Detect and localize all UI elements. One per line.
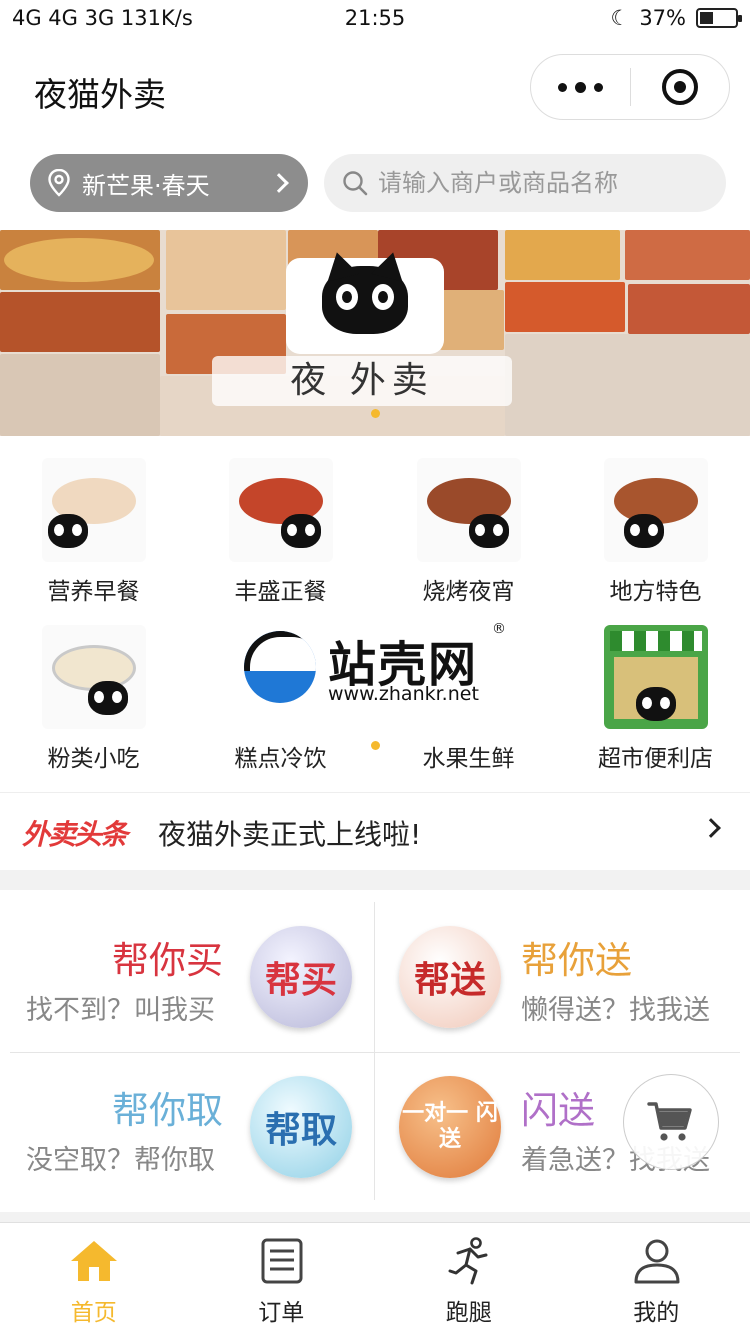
battery-percent: 37% [639, 6, 686, 30]
service-sub: 找不到？叫我买 [26, 995, 215, 1026]
miniprogram-capsule [530, 54, 730, 120]
tab-home[interactable]: 首页 [0, 1223, 188, 1333]
meal-food-icon [228, 458, 333, 562]
chevron-right-icon [269, 173, 289, 193]
moon-icon: ☾ [610, 6, 630, 30]
location-label: 新芒果·春天 [82, 171, 210, 200]
status-bar: 4G 4G 3G 131K/s 21:55 ☾ 37% [0, 0, 750, 40]
search-box[interactable] [324, 154, 726, 212]
news-bar[interactable]: 外卖头条 夜猫外卖正式上线啦! [0, 792, 750, 870]
news-headline: 夜猫外卖正式上线啦! [158, 818, 422, 851]
category-item-bbq[interactable]: 烧烤夜宵 [375, 458, 562, 606]
category-item-local[interactable]: 地方特色 [562, 458, 749, 606]
watermark: 站壳网 ® www.zhankr.net [244, 621, 514, 711]
home-icon [71, 1241, 117, 1281]
service-name: 帮你买 [112, 939, 223, 982]
category-label: 营养早餐 [47, 579, 140, 605]
service-sub: 懒得送？找我送 [521, 995, 710, 1026]
search-input[interactable] [378, 169, 718, 197]
watermark-url: www.zhankr.net [328, 683, 479, 705]
tab-label: 我的 [633, 1300, 680, 1326]
help-deliver-badge-icon: 帮送 [399, 926, 501, 1028]
category-label: 丰盛正餐 [234, 579, 327, 605]
banner-logo-card [286, 258, 444, 354]
chevron-right-icon [701, 818, 721, 838]
runner-icon [448, 1237, 488, 1285]
category-grid: 营养早餐 丰盛正餐 烧烤夜宵 地方特色 粉类小吃 糕点冷饮 水果生鲜 超市便利店 [0, 436, 750, 792]
local-food-icon [603, 458, 708, 562]
service-pickup[interactable]: 帮你取 没空取？帮你取 帮取 [0, 1052, 375, 1202]
services-divider-vertical [374, 902, 375, 1200]
location-pin-icon [48, 169, 70, 197]
category-label: 水果生鲜 [422, 746, 515, 772]
help-pickup-badge-icon: 帮取 [250, 1076, 352, 1178]
tab-label: 订单 [258, 1300, 305, 1326]
cart-button[interactable] [623, 1074, 719, 1170]
target-close-icon [661, 69, 698, 105]
category-label: 糕点冷饮 [234, 746, 327, 772]
black-cat-logo-icon [322, 266, 408, 334]
category-item-supermarket[interactable]: 超市便利店 [562, 625, 749, 773]
breakfast-food-icon [41, 458, 146, 562]
search-icon [343, 171, 368, 196]
watermark-registered: ® [492, 621, 506, 637]
tab-label: 跑腿 [445, 1300, 492, 1326]
supermarket-icon [603, 625, 708, 729]
service-name: 帮你取 [112, 1089, 223, 1132]
category-item-noodle[interactable]: 粉类小吃 [0, 625, 187, 773]
close-miniprogram-button[interactable] [631, 55, 729, 119]
tab-bar: 首页 订单 跑腿 我的 [0, 1222, 750, 1333]
more-dots-icon [558, 82, 567, 92]
banner-brand-text: 夜 外卖 [212, 356, 512, 406]
category-pagination-dot [371, 741, 380, 750]
category-item-breakfast[interactable]: 营养早餐 [0, 458, 187, 606]
tab-orders[interactable]: 订单 [188, 1223, 376, 1333]
bbq-food-icon [416, 458, 521, 562]
location-selector[interactable]: 新芒果·春天 [30, 154, 308, 212]
page-title: 夜猫外卖 [34, 75, 166, 114]
search-row: 新芒果·春天 [0, 140, 750, 230]
service-deliver[interactable]: 帮送 帮你送 懒得送？找我送 [375, 902, 750, 1052]
flash-delivery-badge-icon: 一对一 闪送 [399, 1076, 501, 1178]
cart-icon [647, 1102, 692, 1141]
battery-icon [696, 8, 742, 28]
service-name: 闪送 [521, 1089, 595, 1132]
services-divider-horizontal [10, 1052, 740, 1053]
status-right: ☾ 37% [610, 6, 742, 30]
category-label: 超市便利店 [598, 746, 713, 772]
service-buy[interactable]: 帮你买 找不到？叫我买 帮买 [0, 902, 375, 1052]
news-brand-logo: 外卖头条 [22, 818, 128, 851]
title-bar: 夜猫外卖 [0, 40, 750, 140]
category-item-meal[interactable]: 丰盛正餐 [187, 458, 374, 606]
noodle-food-icon [41, 625, 146, 729]
tab-label: 首页 [70, 1300, 117, 1326]
order-list-icon [261, 1238, 302, 1284]
banner-pagination-dot [371, 409, 380, 418]
help-buy-badge-icon: 帮买 [250, 926, 352, 1028]
category-label: 地方特色 [609, 579, 702, 605]
category-label: 烧烤夜宵 [422, 579, 515, 605]
service-sub: 没空取？帮你取 [26, 1145, 215, 1176]
more-button[interactable] [531, 55, 630, 119]
tab-mine[interactable]: 我的 [563, 1223, 750, 1333]
user-icon [634, 1239, 679, 1284]
watermark-logo-icon [244, 631, 316, 703]
services-panel: 帮你买 找不到？叫我买 帮买 帮送 帮你送 懒得送？找我送 帮你取 没空取？帮你… [0, 890, 750, 1212]
tab-errands[interactable]: 跑腿 [375, 1223, 563, 1333]
category-label: 粉类小吃 [47, 746, 140, 772]
service-name: 帮你送 [521, 939, 632, 982]
